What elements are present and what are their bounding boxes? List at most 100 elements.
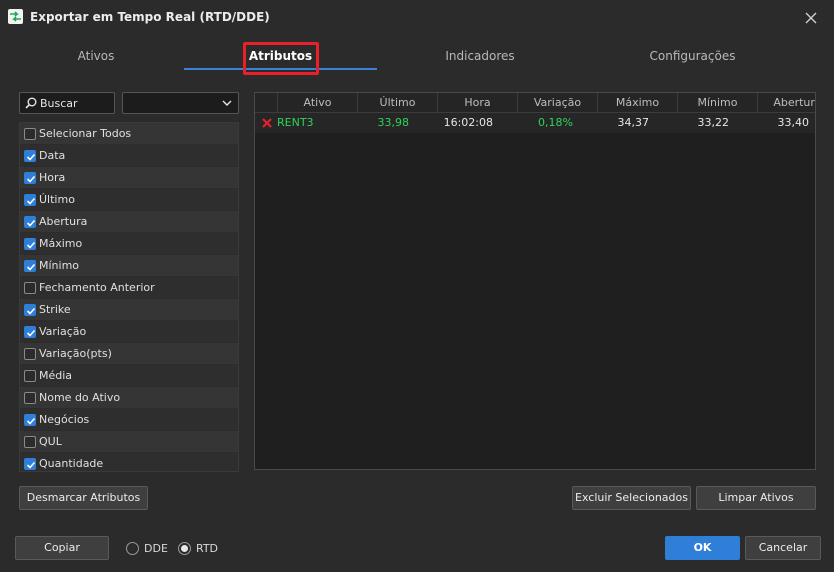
attribute-checkbox[interactable] [24, 370, 36, 382]
radio-rtd-label: RTD [196, 542, 219, 555]
radio-rtd[interactable] [178, 542, 191, 555]
close-icon [805, 12, 817, 24]
limpar-ativos-button[interactable]: Limpar Ativos [696, 486, 816, 510]
attribute-label: Quantidade [39, 457, 104, 470]
checkmark-icon [26, 197, 36, 205]
attribute-item[interactable]: Hora [20, 167, 238, 189]
attribute-list[interactable]: Selecionar Todos Data Hora Último Abertura Má… [19, 122, 239, 472]
attribute-checkbox[interactable] [24, 458, 36, 470]
cell-ultimo: 33,98 [377, 116, 410, 129]
cancelar-button[interactable]: Cancelar [745, 536, 821, 560]
attribute-item[interactable]: Último [20, 189, 238, 211]
attribute-item[interactable]: Variação [20, 321, 238, 343]
attribute-checkbox[interactable] [24, 282, 36, 294]
cell-hora: 16:02:08 [443, 116, 493, 129]
search-icon [25, 97, 37, 109]
attribute-label: QUL [39, 435, 62, 448]
attribute-checkbox[interactable] [24, 128, 36, 140]
remove-asset-icon[interactable] [261, 117, 273, 129]
checkmark-icon [26, 241, 36, 249]
attribute-checkbox[interactable] [24, 216, 36, 228]
cell-variacao: 0,18% [538, 116, 573, 129]
attribute-item[interactable]: Variação(pts) [20, 343, 238, 365]
checkmark-icon [26, 461, 36, 469]
column-header-maximo[interactable]: Máximo [597, 93, 677, 113]
attribute-label: Média [39, 369, 73, 382]
attribute-checkbox[interactable] [24, 172, 36, 184]
radio-dde-label: DDE [144, 542, 168, 555]
attribute-label: Abertura [39, 215, 88, 228]
checkmark-icon [26, 219, 36, 227]
attribute-label: Data [39, 149, 66, 162]
attribute-checkbox[interactable] [24, 414, 36, 426]
chevron-down-icon [222, 100, 232, 106]
checkmark-icon [26, 153, 36, 161]
desmarcar-atributos-button[interactable]: Desmarcar Atributos [19, 486, 148, 510]
window-title: Exportar em Tempo Real (RTD/DDE) [30, 10, 270, 24]
column-header-ultimo[interactable]: Último [357, 93, 437, 113]
checkmark-icon [26, 417, 36, 425]
table-row[interactable]: RENT3 33,98 16:02:08 0,18% 34,37 33,22 3… [255, 113, 815, 133]
attribute-item[interactable]: QUL [20, 431, 238, 453]
attribute-label: Variação [39, 325, 87, 338]
cell-minimo: 33,22 [697, 116, 730, 129]
attribute-item[interactable]: Fechamento Anterior [20, 277, 238, 299]
attribute-item[interactable]: Mínimo [20, 255, 238, 277]
attribute-item[interactable]: Nome do Ativo [20, 387, 238, 409]
title-bar: Exportar em Tempo Real (RTD/DDE) [0, 0, 834, 34]
attribute-filter-dropdown[interactable] [122, 92, 239, 114]
attribute-label: Selecionar Todos [39, 127, 132, 140]
attribute-label: Último [39, 193, 75, 206]
copiar-button[interactable]: Copiar [15, 536, 109, 560]
attribute-item[interactable]: Máximo [20, 233, 238, 255]
export-app-icon [8, 9, 23, 24]
attribute-item[interactable]: Data [20, 145, 238, 167]
attribute-item[interactable]: Abertura [20, 211, 238, 233]
column-header-ativo[interactable]: Ativo [277, 93, 357, 113]
column-header-abertura[interactable]: Abertura [757, 93, 815, 113]
ok-button[interactable]: OK [665, 536, 740, 560]
attribute-label: Fechamento Anterior [39, 281, 155, 294]
attribute-checkbox[interactable] [24, 436, 36, 448]
active-tab-indicator [184, 68, 377, 70]
excluir-selecionados-button[interactable]: Excluir Selecionados [572, 486, 691, 510]
attribute-checkbox[interactable] [24, 150, 36, 162]
attribute-label: Nome do Ativo [39, 391, 121, 404]
attribute-label: Máximo [39, 237, 83, 250]
attribute-label: Variação(pts) [39, 347, 112, 360]
attribute-checkbox[interactable] [24, 392, 36, 404]
column-header-hora[interactable]: Hora [437, 93, 517, 113]
search-input[interactable] [40, 95, 112, 111]
cell-maximo: 34,37 [617, 116, 650, 129]
attribute-label: Strike [39, 303, 71, 316]
attribute-checkbox[interactable] [24, 238, 36, 250]
column-header-minimo[interactable]: Mínimo [677, 93, 757, 113]
radio-dde[interactable] [126, 542, 139, 555]
attribute-item[interactable]: Média [20, 365, 238, 387]
checkmark-icon [26, 175, 36, 183]
close-button[interactable] [800, 7, 822, 29]
tab-ativos[interactable]: Ativos [0, 41, 192, 70]
checkmark-icon [26, 263, 36, 271]
attribute-item[interactable]: Selecionar Todos [20, 123, 238, 145]
tab-atributos[interactable]: Atributos [184, 41, 377, 70]
attribute-item[interactable]: Negócios [20, 409, 238, 431]
attribute-checkbox[interactable] [24, 326, 36, 338]
checkmark-icon [26, 307, 36, 315]
attribute-checkbox[interactable] [24, 304, 36, 316]
assets-grid[interactable]: Ativo Último Hora Variação Máximo Mínimo… [254, 92, 816, 470]
attribute-item[interactable]: Strike [20, 299, 238, 321]
attribute-item[interactable]: Quantidade [20, 453, 238, 471]
search-box[interactable] [19, 92, 115, 114]
attribute-checkbox[interactable] [24, 194, 36, 206]
checkmark-icon [26, 329, 36, 337]
attribute-label: Mínimo [39, 259, 80, 272]
column-header-variacao[interactable]: Variação [517, 93, 597, 113]
cell-ativo: RENT3 [277, 116, 314, 129]
tab-configuracoes[interactable]: Configurações [596, 41, 789, 70]
attribute-checkbox[interactable] [24, 260, 36, 272]
attribute-checkbox[interactable] [24, 348, 36, 360]
cell-abertura: 33,40 [777, 116, 810, 129]
tab-indicadores[interactable]: Indicadores [384, 41, 576, 70]
attribute-label: Negócios [39, 413, 90, 426]
